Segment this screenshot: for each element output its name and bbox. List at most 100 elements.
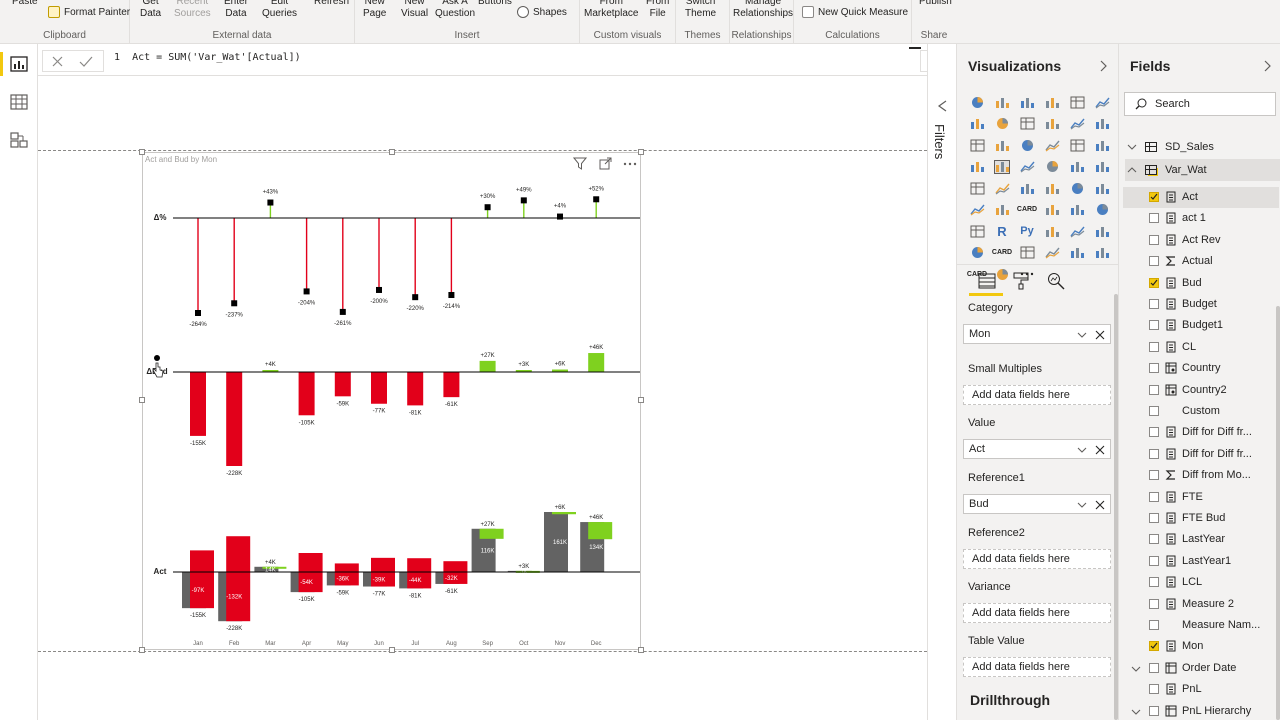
checkbox[interactable] bbox=[1149, 513, 1159, 523]
visual-type-icon[interactable] bbox=[1044, 224, 1060, 238]
field-item[interactable]: Budget1 bbox=[1123, 315, 1279, 336]
visual-type-icon[interactable] bbox=[994, 117, 1010, 131]
visual-type-icon[interactable] bbox=[1069, 95, 1085, 109]
checkbox[interactable] bbox=[1149, 577, 1159, 588]
commit-check-icon[interactable] bbox=[79, 56, 93, 67]
resize-handle[interactable] bbox=[389, 149, 395, 155]
manage-relationships-button[interactable]: Manage Relationships bbox=[733, 0, 793, 20]
field-item[interactable]: Mon bbox=[1123, 636, 1279, 657]
checkbox[interactable] bbox=[1149, 620, 1159, 630]
format-roller-icon[interactable] bbox=[1013, 272, 1029, 290]
publish-button[interactable]: Publish bbox=[919, 0, 952, 8]
visual-type-icon[interactable] bbox=[1094, 203, 1110, 217]
chevron-down-icon[interactable] bbox=[1131, 708, 1141, 716]
field-item[interactable]: PnL bbox=[1123, 679, 1279, 700]
visual-type-icon[interactable] bbox=[1069, 138, 1085, 152]
well-field[interactable]: Bud bbox=[963, 494, 1111, 514]
visual-type-icon[interactable] bbox=[994, 203, 1010, 217]
from-file-button[interactable]: From File bbox=[646, 0, 669, 20]
switch-theme-button[interactable]: Switch Theme bbox=[685, 0, 716, 20]
recent-sources-button[interactable]: Recent Sources bbox=[174, 0, 211, 20]
visual-type-icon[interactable] bbox=[969, 160, 985, 174]
visual-type-icon[interactable]: CARD bbox=[1017, 203, 1037, 217]
chevron-right-icon[interactable] bbox=[1099, 60, 1107, 72]
visual-type-icon[interactable] bbox=[1044, 246, 1060, 260]
visual-type-icon[interactable] bbox=[1044, 95, 1060, 109]
new-visual-button[interactable]: New Visual bbox=[401, 0, 428, 20]
field-item[interactable]: Order Date bbox=[1123, 658, 1279, 679]
chevron-up-icon[interactable] bbox=[1127, 166, 1137, 174]
visual-type-icon[interactable] bbox=[969, 117, 985, 131]
enter-data-button[interactable]: Enter Data bbox=[224, 0, 248, 20]
analytics-magnifier-icon[interactable] bbox=[1047, 272, 1065, 290]
visual-type-icon[interactable] bbox=[1019, 138, 1035, 152]
visual-type-icon[interactable] bbox=[1094, 160, 1110, 174]
visual-type-icon[interactable] bbox=[1044, 181, 1060, 195]
checkbox[interactable] bbox=[1149, 598, 1159, 609]
get-data-button[interactable]: Get Data bbox=[140, 0, 161, 20]
report-view-icon[interactable] bbox=[10, 56, 28, 72]
checkbox[interactable] bbox=[1149, 341, 1159, 352]
visual-type-icon[interactable] bbox=[1044, 138, 1060, 152]
chevron-down-icon[interactable] bbox=[1131, 665, 1141, 673]
visual-type-icon[interactable]: CARD bbox=[992, 246, 1012, 260]
checkbox[interactable] bbox=[1149, 534, 1159, 545]
field-item[interactable]: act 1 bbox=[1123, 208, 1279, 229]
checkbox[interactable] bbox=[1149, 662, 1159, 673]
field-item[interactable]: Actual bbox=[1123, 251, 1279, 272]
visual-type-icon[interactable] bbox=[1094, 138, 1110, 152]
visual-type-icon[interactable] bbox=[1069, 246, 1085, 260]
field-item[interactable]: LCL bbox=[1123, 572, 1279, 593]
visual-type-icon[interactable] bbox=[1019, 181, 1035, 195]
resize-handle[interactable] bbox=[638, 149, 644, 155]
checkbox[interactable] bbox=[1149, 213, 1159, 224]
checkbox[interactable] bbox=[1149, 406, 1159, 416]
checkbox-checked[interactable] bbox=[1149, 192, 1159, 202]
checkbox[interactable] bbox=[1149, 470, 1159, 481]
visual-type-icon[interactable] bbox=[1069, 224, 1085, 238]
visual-type-icon[interactable] bbox=[969, 224, 985, 238]
new-quick-measure-button[interactable]: New Quick Measure bbox=[802, 6, 908, 18]
field-item[interactable]: Country bbox=[1123, 358, 1279, 379]
edit-queries-button[interactable]: Edit Queries bbox=[262, 0, 297, 20]
new-page-button[interactable]: New Page bbox=[363, 0, 386, 20]
field-item[interactable]: FTE bbox=[1123, 487, 1279, 508]
checkbox-checked[interactable] bbox=[1149, 641, 1159, 652]
visual-type-icon[interactable]: Py bbox=[1019, 224, 1035, 238]
table-var-wat[interactable]: Var_Wat bbox=[1125, 159, 1280, 181]
cancel-icon[interactable] bbox=[52, 56, 63, 67]
resize-handle[interactable] bbox=[139, 149, 145, 155]
buttons-button[interactable]: Buttons bbox=[478, 0, 512, 8]
well-controls-icon[interactable] bbox=[1077, 330, 1105, 340]
resize-handle[interactable] bbox=[139, 397, 145, 403]
formula-editor[interactable]: 1 Act = SUM('Var_Wat'[Actual]) bbox=[114, 52, 301, 63]
visual-type-icon[interactable] bbox=[1094, 246, 1110, 260]
field-item[interactable]: PnL Hierarchy bbox=[1123, 701, 1279, 720]
visual-type-icon[interactable] bbox=[1069, 181, 1085, 195]
field-item[interactable]: Diff for Diff fr... bbox=[1123, 444, 1279, 465]
field-item[interactable]: CL bbox=[1123, 337, 1279, 358]
visual-type-icon[interactable] bbox=[1094, 117, 1110, 131]
visual-type-icon[interactable] bbox=[1019, 246, 1035, 260]
field-item[interactable]: Diff from Mo... bbox=[1123, 465, 1279, 486]
report-canvas[interactable]: Act and Bud by Mon Δ% -264% -237% +43% -204%… bbox=[38, 76, 927, 720]
visual-type-icon[interactable] bbox=[1069, 160, 1085, 174]
data-view-icon[interactable] bbox=[10, 94, 28, 110]
well-controls-icon[interactable] bbox=[1077, 500, 1105, 510]
well-drop-zone[interactable]: Add data fields here bbox=[963, 385, 1111, 405]
field-item[interactable]: LastYear bbox=[1123, 529, 1279, 550]
field-item[interactable]: Act Rev bbox=[1123, 230, 1279, 251]
visual-type-icon[interactable] bbox=[969, 138, 985, 152]
checkbox[interactable] bbox=[1149, 299, 1159, 309]
visual-type-icon[interactable] bbox=[1069, 203, 1085, 217]
from-marketplace-button[interactable]: From Marketplace bbox=[584, 0, 638, 20]
chevron-down-icon[interactable] bbox=[1127, 143, 1137, 151]
field-item[interactable]: Measure 2 bbox=[1123, 594, 1279, 615]
selected-visual-type-icon[interactable] bbox=[994, 159, 1010, 174]
scrollbar[interactable] bbox=[1276, 306, 1280, 720]
checkbox[interactable] bbox=[1149, 427, 1159, 438]
visual-type-icon[interactable] bbox=[1019, 95, 1035, 109]
visual-type-icon[interactable] bbox=[1069, 117, 1085, 131]
well-controls-icon[interactable] bbox=[1077, 445, 1105, 455]
field-item[interactable]: LastYear1 bbox=[1123, 551, 1279, 572]
